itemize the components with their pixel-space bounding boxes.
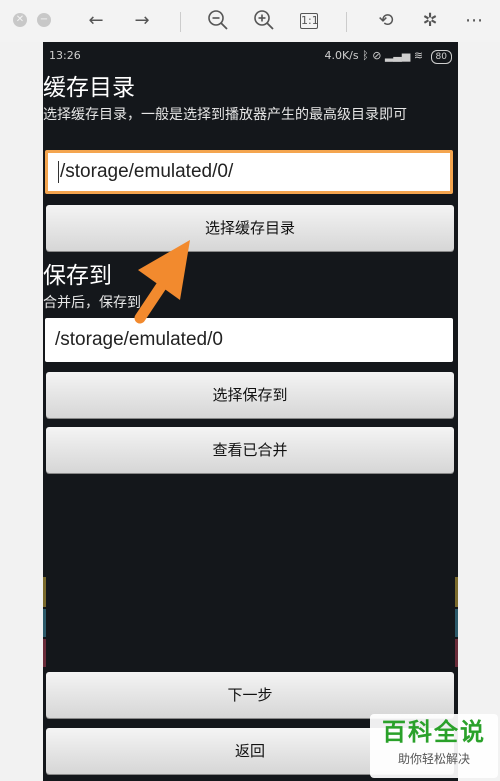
watermark-title: 百科全说 <box>382 718 486 746</box>
watermark-logo: 百科全说 助你轻松解决 <box>370 714 498 778</box>
watermark-subtitle: 助你轻松解决 <box>397 752 470 766</box>
annotation-arrow-icon <box>134 240 190 324</box>
